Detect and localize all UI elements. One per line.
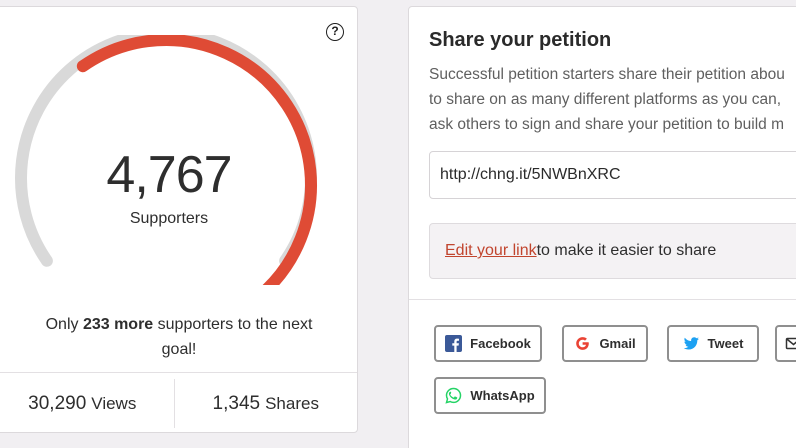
views-value: 30,290 <box>28 392 87 414</box>
shares-stat: 1,345 Shares <box>175 373 358 434</box>
facebook-icon <box>445 335 463 352</box>
facebook-share-button[interactable]: Facebook <box>434 325 542 362</box>
shares-label: Shares <box>265 393 319 413</box>
shares-value: 1,345 <box>212 392 261 414</box>
views-label: Views <box>91 393 137 413</box>
edit-link[interactable]: Edit your link <box>445 242 537 260</box>
gmail-label: Gmail <box>599 336 636 351</box>
gmail-icon <box>576 337 590 350</box>
share-desc-line-1: Successful petition starters share their… <box>429 66 785 83</box>
petition-link-input[interactable] <box>429 151 796 199</box>
goal-prefix: Only <box>45 316 83 333</box>
divider <box>409 299 796 300</box>
goal-remaining: 233 more <box>82 316 154 333</box>
supporters-card: ? 4,767 Supporters Only 233 more support… <box>0 6 358 433</box>
whatsapp-icon <box>445 387 462 404</box>
share-description: Successful petition starters share their… <box>429 62 796 137</box>
stats-bar: 30,290 Views 1,345 Shares <box>0 372 357 434</box>
goal-message: Only 233 more supporters to the next goa… <box>31 312 327 362</box>
share-card: Share your petition Successful petition … <box>408 6 796 448</box>
facebook-label: Facebook <box>470 336 531 351</box>
supporter-count-label: Supporters <box>129 210 209 227</box>
tweet-share-button[interactable]: Tweet <box>667 325 759 362</box>
gmail-share-button[interactable]: Gmail <box>562 325 648 362</box>
views-stat: 30,290 Views <box>0 379 175 428</box>
email-icon <box>785 337 796 350</box>
edit-link-box: Edit your link to make it easier to shar… <box>429 223 796 279</box>
edit-link-suffix: to make it easier to share <box>536 242 717 259</box>
question-circle-icon[interactable]: ? <box>326 23 344 41</box>
share-desc-line-2: to share on as many different platforms … <box>429 91 782 108</box>
whatsapp-label: WhatsApp <box>470 388 535 403</box>
supporter-count: 4,767 <box>106 146 232 204</box>
tweet-label: Tweet <box>707 336 744 351</box>
twitter-icon <box>683 337 699 350</box>
whatsapp-share-button[interactable]: WhatsApp <box>434 377 546 414</box>
email-share-button[interactable] <box>775 325 796 362</box>
goal-suffix: supporters to the next goal! <box>153 316 313 358</box>
share-desc-line-3: ask others to sign and share your petiti… <box>429 116 784 133</box>
share-title: Share your petition <box>429 29 612 51</box>
